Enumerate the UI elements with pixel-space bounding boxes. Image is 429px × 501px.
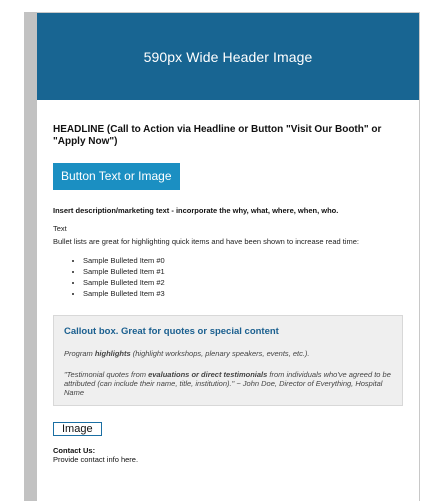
description-text: Insert description/marketing text - inco… <box>53 206 339 215</box>
callout-p2-a: "Testimonial quotes from <box>64 370 149 379</box>
callout-title: Callout box. Great for quotes or special… <box>64 326 392 337</box>
list-item: Sample Bulleted Item #2 <box>83 277 403 288</box>
bullet-list: Sample Bulleted Item #0 Sample Bulleted … <box>53 255 403 299</box>
headline: HEADLINE (Call to Action via Headline or… <box>53 124 382 147</box>
callout-title-lead: Callout box. <box>64 326 119 337</box>
callout-testimonial-text: "Testimonial quotes from evaluations or … <box>64 370 392 397</box>
callout-p1-bold: highlights <box>94 349 131 358</box>
callout-box: Callout box. Great for quotes or special… <box>53 315 403 406</box>
list-item: Sample Bulleted Item #0 <box>83 255 403 266</box>
callout-title-rest: Great for quotes or special content <box>118 326 279 337</box>
contact-body: Provide contact info here. <box>53 455 139 464</box>
callout-program-text: Program highlights (highlight workshops,… <box>64 349 392 358</box>
list-item: Sample Bulleted Item #3 <box>83 288 403 299</box>
callout-p2-bold: evaluations or direct testimonials <box>148 370 268 379</box>
callout-p1-a: Program <box>64 349 95 358</box>
contact-heading: Contact Us: <box>53 446 96 455</box>
image-placeholder: Image <box>53 422 102 436</box>
callout-p1-c: (highlight workshops, plenary speakers, … <box>130 349 310 358</box>
text-label: Text <box>53 224 67 233</box>
header-image-label: 590px Wide Header Image <box>143 48 313 65</box>
email-content: 590px Wide Header Image HEADLINE (Call t… <box>37 13 419 464</box>
left-sidebar-bar <box>24 12 37 501</box>
bullet-intro: Bullet lists are great for highlighting … <box>53 237 360 246</box>
contact-section: Contact Us: Provide contact info here. <box>53 446 403 464</box>
list-item: Sample Bulleted Item #1 <box>83 266 403 277</box>
cta-button[interactable]: Button Text or Image <box>53 163 180 190</box>
header-image: 590px Wide Header Image <box>37 13 419 100</box>
